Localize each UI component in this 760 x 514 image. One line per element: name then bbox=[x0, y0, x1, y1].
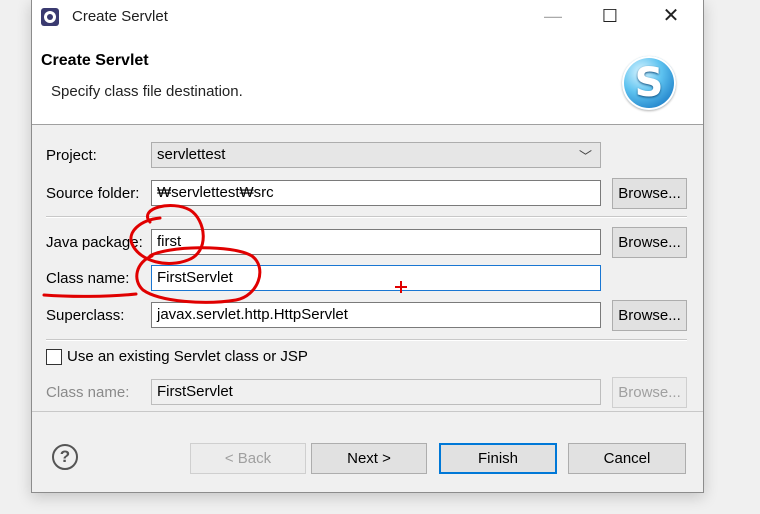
source-folder-label: Source folder: bbox=[46, 185, 140, 202]
close-button[interactable]: ✕ bbox=[648, 0, 694, 34]
browse-existing-class-button: Browse... bbox=[612, 377, 687, 408]
java-package-input[interactable]: first bbox=[151, 229, 601, 255]
browse-source-folder-button[interactable]: Browse... bbox=[612, 178, 687, 209]
existing-class-name-label: Class name: bbox=[46, 384, 130, 401]
browse-superclass-button[interactable]: Browse... bbox=[612, 300, 687, 331]
finish-button[interactable]: Finish bbox=[439, 443, 557, 474]
use-existing-label[interactable]: Use an existing Servlet class or JSP bbox=[67, 348, 308, 365]
minimize-button[interactable]: — bbox=[530, 0, 576, 34]
existing-class-name-input: FirstServlet bbox=[151, 379, 601, 405]
create-servlet-dialog: Create Servlet — ☐ ✕ Create Servlet Spec… bbox=[31, 0, 704, 493]
separator bbox=[46, 339, 687, 341]
source-folder-input[interactable]: ₩servlettest₩src bbox=[151, 180, 601, 206]
project-label: Project: bbox=[46, 147, 97, 164]
class-name-label: Class name: bbox=[46, 270, 130, 287]
separator bbox=[46, 216, 687, 218]
chevron-down-icon: ﹀ bbox=[578, 149, 592, 164]
page-description: Specify class file destination. bbox=[51, 83, 243, 100]
eclipse-icon bbox=[41, 8, 59, 26]
page-title: Create Servlet bbox=[41, 52, 149, 69]
window-title: Create Servlet bbox=[72, 8, 168, 25]
help-icon[interactable]: ? bbox=[52, 444, 78, 470]
servlet-wizard-icon: S bbox=[622, 56, 676, 110]
wizard-header: Create Servlet Specify class file destin… bbox=[32, 34, 703, 125]
maximize-button[interactable]: ☐ bbox=[587, 0, 633, 34]
back-button: < Back bbox=[190, 443, 306, 474]
superclass-label: Superclass: bbox=[46, 307, 125, 324]
cancel-button[interactable]: Cancel bbox=[568, 443, 686, 474]
next-button[interactable]: Next > bbox=[311, 443, 427, 474]
use-existing-checkbox[interactable] bbox=[46, 349, 62, 365]
superclass-input[interactable]: javax.servlet.http.HttpServlet bbox=[151, 302, 601, 328]
project-value: servlettest bbox=[157, 146, 226, 163]
browse-package-button[interactable]: Browse... bbox=[612, 227, 687, 258]
footer-separator bbox=[32, 411, 703, 412]
class-name-input[interactable]: FirstServlet bbox=[151, 265, 601, 291]
java-package-label: Java package: bbox=[46, 234, 143, 251]
title-bar: Create Servlet — ☐ ✕ bbox=[32, 0, 703, 34]
project-combo[interactable]: servlettest ﹀ bbox=[151, 142, 601, 168]
